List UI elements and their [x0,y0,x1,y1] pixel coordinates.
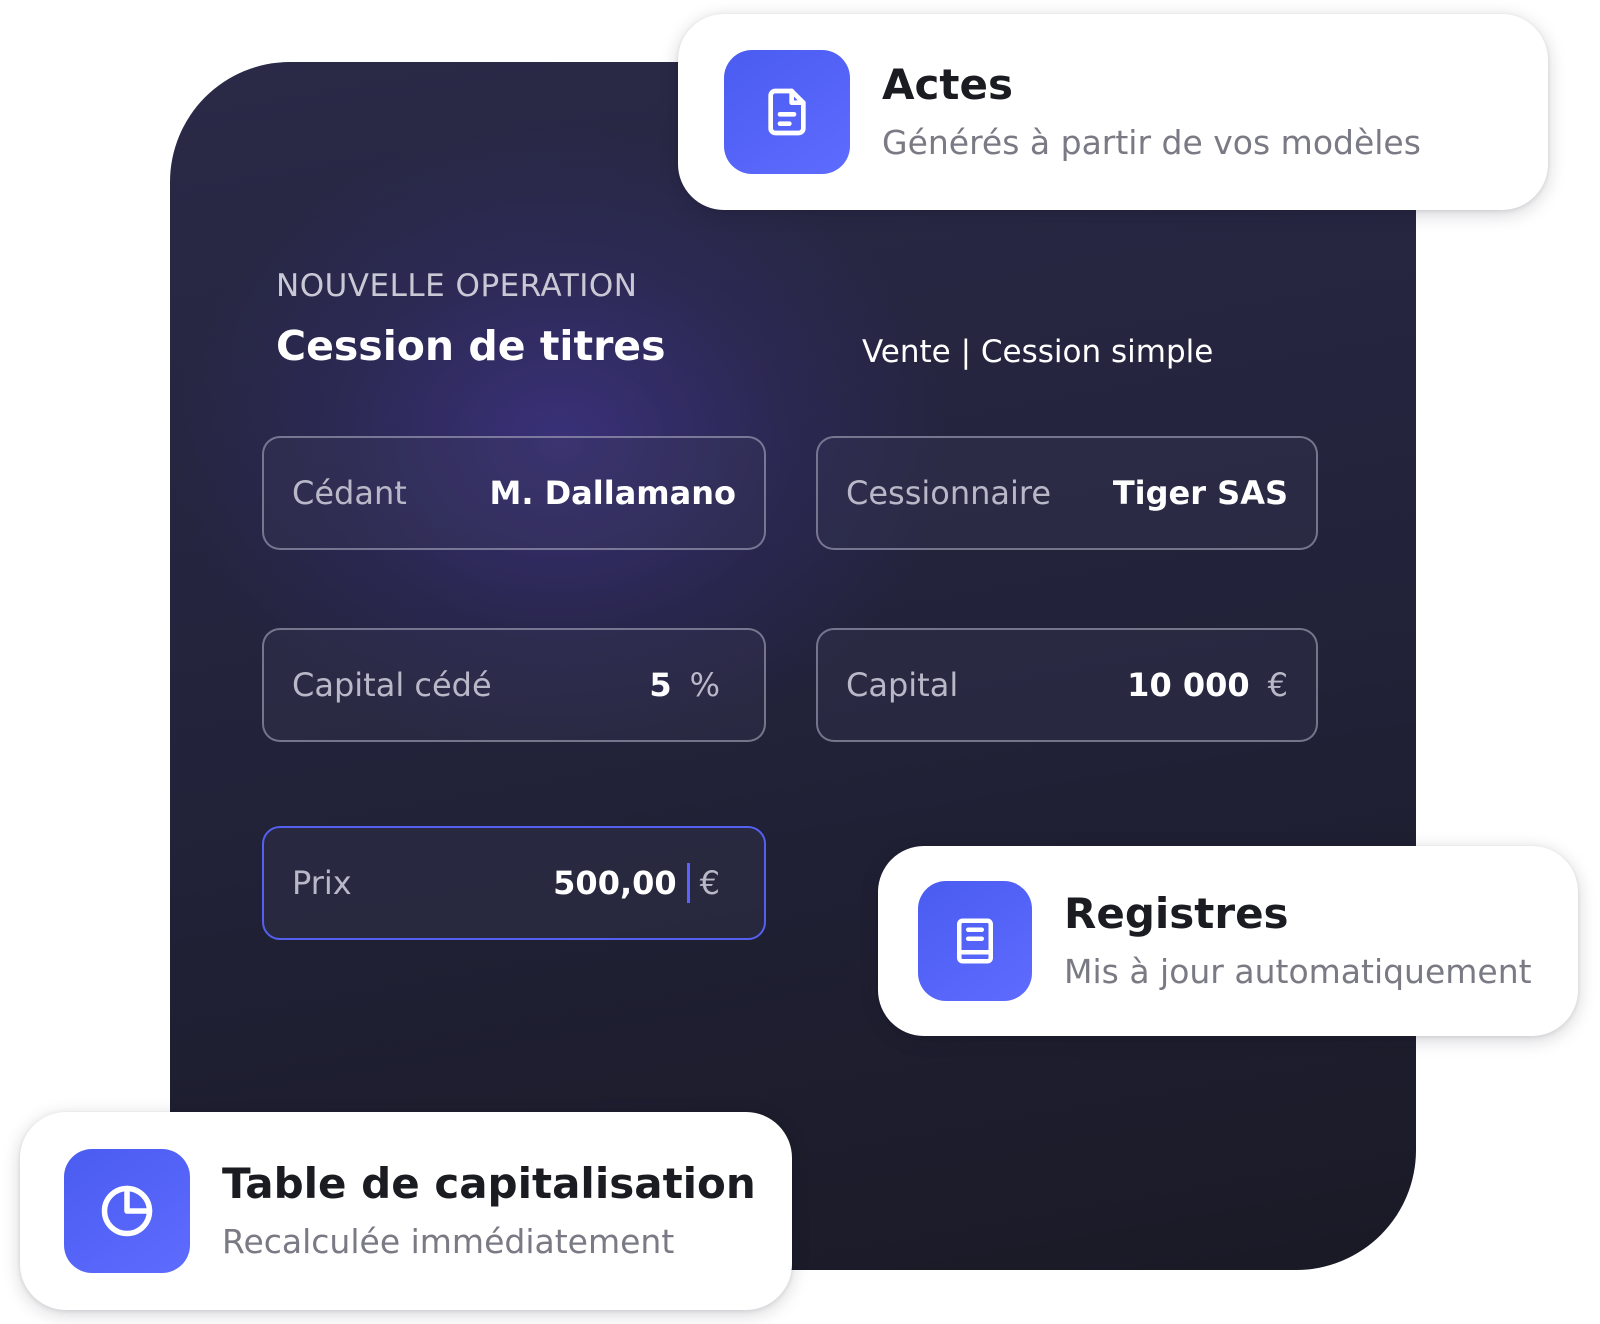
actes-icon-tile [724,50,850,174]
capital-value: 10 000 [1127,666,1250,704]
prix-value: 500,00 [553,864,677,902]
cap-table-title: Table de capitalisation [222,1159,756,1209]
operation-panel: NOUVELLE OPERATION Cession de titres Ven… [170,62,1416,1270]
actes-title: Actes [882,60,1013,110]
cap-table-icon-tile [64,1149,190,1273]
pie-chart-icon [101,1185,153,1237]
cessionnaire-field[interactable]: Cessionnaire Tiger SAS [816,436,1318,550]
book-icon [957,918,993,964]
actes-card[interactable]: Actes Générés à partir de vos modèles [678,14,1548,210]
document-icon [768,88,806,136]
cessionnaire-value: Tiger SAS [1112,474,1288,512]
cap-table-card[interactable]: Table de capitalisation Recalculée imméd… [20,1112,792,1310]
registres-subtitle: Mis à jour automatiquement [1064,951,1532,991]
operation-title: Cession de titres [276,322,666,370]
capital-unit: € [1267,666,1288,704]
actes-subtitle: Générés à partir de vos modèles [882,122,1421,162]
registres-icon-tile [918,881,1032,1001]
cedant-field[interactable]: Cédant M. Dallamano [262,436,766,550]
prix-unit: € [699,864,720,902]
prix-label: Prix [292,864,352,902]
registres-card[interactable]: Registres Mis à jour automatiquement [878,846,1578,1036]
text-caret [686,863,690,903]
capital-cede-field[interactable]: Capital cédé 5 % [262,628,766,742]
operation-overline: NOUVELLE OPERATION [276,268,638,304]
cedant-label: Cédant [292,474,407,512]
registres-title: Registres [1064,889,1289,939]
cedant-value: M. Dallamano [489,474,736,512]
cap-table-subtitle: Recalculée immédiatement [222,1221,675,1261]
capital-cede-unit: % [689,666,720,704]
operation-subtitle: Vente | Cession simple [862,334,1214,370]
prix-field[interactable]: Prix 500,00 € [262,826,766,940]
capital-field[interactable]: Capital 10 000 € [816,628,1318,742]
capital-cede-value: 5 [649,666,672,704]
capital-label: Capital [846,666,959,704]
cessionnaire-label: Cessionnaire [846,474,1052,512]
capital-cede-label: Capital cédé [292,666,492,704]
